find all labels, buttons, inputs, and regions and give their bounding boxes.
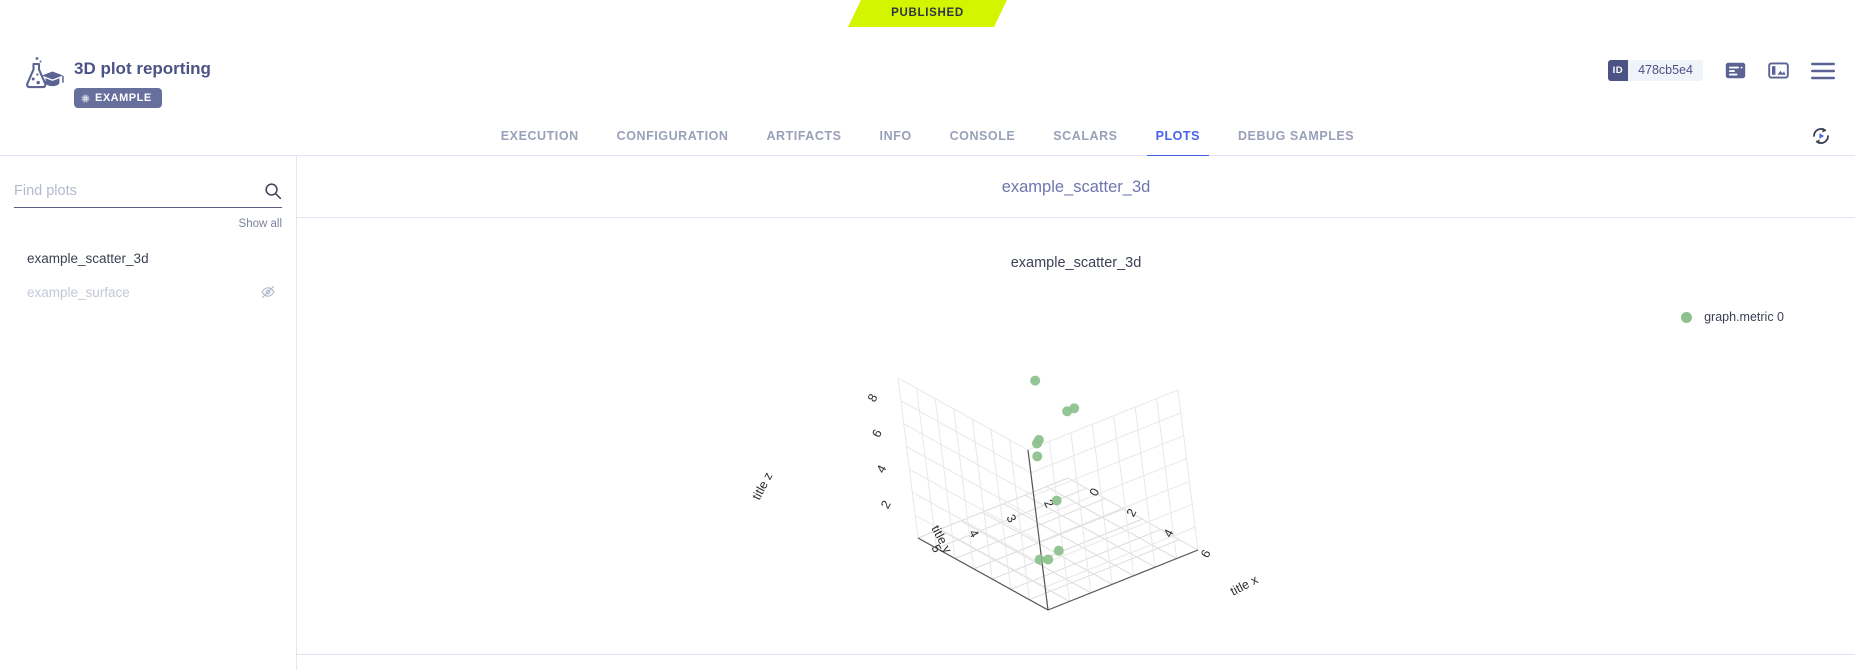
- page-body: Show all example_scatter_3d example_surf…: [0, 156, 1855, 670]
- tab-execution[interactable]: EXECUTION: [482, 116, 598, 156]
- scatter-3d-plot[interactable]: 024623452468title xtitle ytitle z: [297, 273, 1855, 633]
- example-badge: EXAMPLE: [74, 88, 162, 108]
- page-title: 3D plot reporting: [74, 60, 211, 77]
- tab-console[interactable]: CONSOLE: [931, 116, 1035, 156]
- search-row: [14, 182, 282, 208]
- flask-graduation-cap-icon: [18, 54, 64, 94]
- svg-text:4: 4: [1161, 527, 1177, 540]
- gear-icon: [80, 93, 91, 104]
- task-id-value: 478cb5e4: [1628, 60, 1703, 81]
- tab-plots[interactable]: PLOTS: [1137, 116, 1219, 156]
- chart-title: example_scatter_3d: [297, 218, 1855, 271]
- svg-text:2: 2: [878, 498, 894, 511]
- plot-list-item-label: example_surface: [27, 285, 130, 300]
- published-ribbon: PUBLISHED: [0, 0, 1855, 27]
- tab-info[interactable]: INFO: [861, 116, 931, 156]
- hamburger-menu-icon[interactable]: [1811, 62, 1835, 80]
- tab-artifacts[interactable]: ARTIFACTS: [747, 116, 860, 156]
- plot-list-item-example-scatter-3d[interactable]: example_scatter_3d: [14, 241, 282, 275]
- tab-list: EXECUTION CONFIGURATION ARTIFACTS INFO C…: [0, 116, 1855, 156]
- svg-text:3: 3: [1003, 512, 1019, 525]
- log-view-icon[interactable]: [1725, 60, 1746, 81]
- svg-text:6: 6: [1198, 547, 1214, 560]
- scatter-3d-svg[interactable]: 024623452468title xtitle ytitle z: [726, 273, 1426, 613]
- eye-off-icon[interactable]: [260, 284, 276, 300]
- svg-text:4: 4: [874, 463, 890, 476]
- svg-text:6: 6: [869, 427, 885, 440]
- plot-list-item-example-surface[interactable]: example_surface: [14, 275, 282, 309]
- published-status-label: PUBLISHED: [0, 0, 1855, 27]
- tab-configuration[interactable]: CONFIGURATION: [598, 116, 748, 156]
- task-id-chip[interactable]: ID 478cb5e4: [1608, 60, 1703, 81]
- main-tabbar: EXECUTION CONFIGURATION ARTIFACTS INFO C…: [0, 116, 1855, 156]
- split-view-icon[interactable]: [1768, 60, 1789, 81]
- auto-refresh-icon[interactable]: [1809, 124, 1833, 148]
- svg-text:8: 8: [865, 392, 881, 405]
- plots-sidebar: Show all example_scatter_3d example_surf…: [0, 156, 297, 670]
- show-all-link[interactable]: Show all: [14, 218, 282, 230]
- header-actions: ID 478cb5e4: [1608, 60, 1835, 81]
- plot-section-title: example_scatter_3d: [297, 156, 1855, 218]
- plots-main-panel: example_scatter_3d example_scatter_3d gr…: [297, 156, 1855, 670]
- svg-text:title z: title z: [749, 470, 775, 502]
- plot-card: example_scatter_3d graph.metric 0 024623…: [297, 218, 1855, 655]
- example-badge-label: EXAMPLE: [95, 92, 152, 104]
- tab-scalars[interactable]: SCALARS: [1034, 116, 1136, 156]
- tab-debug-samples[interactable]: DEBUG SAMPLES: [1219, 116, 1373, 156]
- search-input[interactable]: [14, 183, 264, 199]
- svg-text:title x: title x: [1228, 572, 1261, 598]
- brand-block: 3D plot reporting EXAMPLE: [18, 54, 211, 109]
- task-id-label: ID: [1608, 60, 1629, 81]
- plot-list: example_scatter_3d example_surface: [14, 241, 282, 309]
- page-header: 3D plot reporting EXAMPLE ID 478cb5e4: [0, 27, 1855, 116]
- brand-text: 3D plot reporting EXAMPLE: [74, 54, 211, 109]
- search-icon[interactable]: [264, 182, 282, 200]
- plot-list-item-label: example_scatter_3d: [27, 251, 149, 266]
